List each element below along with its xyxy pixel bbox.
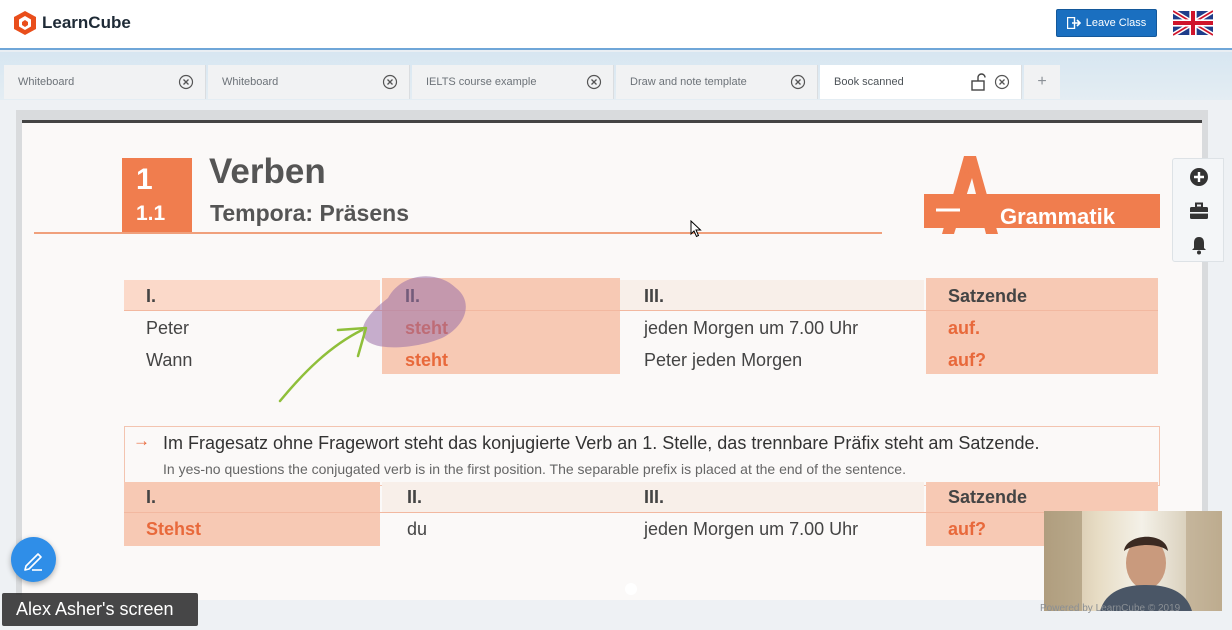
green-arrow-head	[336, 326, 368, 358]
unlock-icon[interactable]	[970, 73, 986, 91]
chapter-number: 1	[136, 163, 153, 196]
scanned-book-page[interactable]: 1 1.1 Verben Tempora: Präsens A Grammati…	[22, 120, 1202, 600]
tab-whiteboard-1[interactable]: Whiteboard	[4, 65, 206, 99]
participant-video-frame	[1044, 511, 1222, 611]
close-icon[interactable]	[178, 74, 194, 90]
tab-ielts-course-example[interactable]: IELTS course example	[412, 65, 614, 99]
table1-cell: Peter	[146, 318, 190, 338]
close-icon[interactable]	[382, 74, 398, 90]
close-icon[interactable]	[790, 74, 806, 90]
webcam-video[interactable]	[1044, 511, 1222, 611]
table2-cell: auf?	[948, 519, 986, 539]
pencil-icon	[24, 553, 42, 571]
toolbox-icon[interactable]	[1189, 201, 1209, 221]
page-subtitle: Tempora: Präsens	[210, 200, 409, 226]
tab-label: Whiteboard	[222, 76, 279, 88]
note-arrow-icon: →	[133, 431, 150, 450]
table2-header-3: III.	[644, 487, 665, 507]
table2-header-1: I.	[146, 487, 157, 507]
table2-header-bg-3	[620, 482, 924, 512]
top-bar: LearnCube Leave Class	[0, 0, 1232, 50]
uk-flag-icon[interactable]	[1173, 10, 1213, 36]
screen-share-label: Alex Asher's screen	[2, 593, 198, 626]
table1-cell: jeden Morgen um 7.00 Uhr	[644, 318, 859, 338]
side-toolbar	[1172, 158, 1224, 262]
tab-label: Draw and note template	[630, 76, 747, 88]
tab-label: Whiteboard	[18, 76, 75, 88]
title-rule	[34, 232, 882, 234]
note-german: Im Fragesatz ohne Fragewort steht das ko…	[163, 433, 1040, 453]
add-tab-button[interactable]: +	[1024, 65, 1060, 99]
table2-header-4: Satzende	[948, 487, 1028, 507]
close-icon[interactable]	[994, 74, 1010, 90]
page-top-edge	[22, 120, 1202, 123]
learncube-classroom: LearnCube Leave Class Whiteboard Whitebo…	[0, 0, 1232, 630]
tab-label: IELTS course example	[426, 76, 537, 88]
table2-row-divider	[124, 512, 1158, 513]
tab-whiteboard-2[interactable]: Whiteboard	[208, 65, 410, 99]
table1-header-bg	[124, 280, 380, 310]
tab-book-scanned[interactable]: Book scanned	[820, 65, 1022, 99]
grammar-note: → Im Fragesatz ohne Fragewort steht das …	[124, 426, 1160, 486]
table2-cell: jeden Morgen um 7.00 Uhr	[644, 519, 859, 539]
chapter-box: 1 1.1	[122, 158, 192, 232]
tab-label: Book scanned	[834, 76, 904, 88]
table1-cell: steht	[405, 318, 449, 338]
learncube-logo[interactable]: LearnCube	[14, 11, 131, 35]
note-english: In yes-no questions the conjugated verb …	[163, 461, 906, 477]
green-arrow-stroke	[278, 328, 364, 403]
table1-cell: auf.	[948, 318, 981, 338]
add-circle-icon[interactable]	[1189, 167, 1209, 187]
mouse-cursor-icon	[690, 220, 702, 238]
tab-draw-and-note-template[interactable]: Draw and note template	[616, 65, 818, 99]
table2-cell: Stehst	[146, 519, 202, 539]
table1-cell: steht	[405, 350, 449, 370]
whiteboard-tabs: Whiteboard Whiteboard IELTS course examp…	[0, 52, 1232, 100]
page-indicator-dot[interactable]	[625, 583, 637, 595]
table1-header-1: I.	[146, 286, 157, 306]
table1-header-bg-3	[620, 280, 924, 310]
bell-icon[interactable]	[1189, 235, 1209, 255]
table1-cell: auf?	[948, 350, 986, 370]
learncube-logo-icon	[14, 11, 36, 35]
powered-by-text: Powered by LearnCube © 2019	[1040, 603, 1181, 614]
table1-header-2: II.	[405, 286, 421, 306]
table2-header-2: II.	[407, 487, 423, 507]
close-icon[interactable]	[586, 74, 602, 90]
table1-cell: Peter jeden Morgen	[644, 350, 803, 370]
leave-class-label: Leave Class	[1085, 17, 1147, 29]
exit-icon	[1066, 17, 1081, 29]
leave-class-button[interactable]: Leave Class	[1056, 9, 1157, 37]
table1-row-divider	[124, 310, 1158, 311]
grammatik-label: Grammatik	[1000, 204, 1115, 229]
table1-header-4: Satzende	[948, 286, 1028, 306]
page-title: Verben	[209, 152, 326, 191]
draw-tool-button[interactable]	[11, 537, 56, 582]
table1-header-3: III.	[644, 286, 665, 306]
table2-cell: du	[407, 519, 428, 539]
table1-cell: Wann	[146, 350, 193, 370]
logo-text: LearnCube	[42, 13, 131, 32]
section-number: 1.1	[136, 202, 166, 225]
badge-letter: A	[964, 167, 970, 176]
